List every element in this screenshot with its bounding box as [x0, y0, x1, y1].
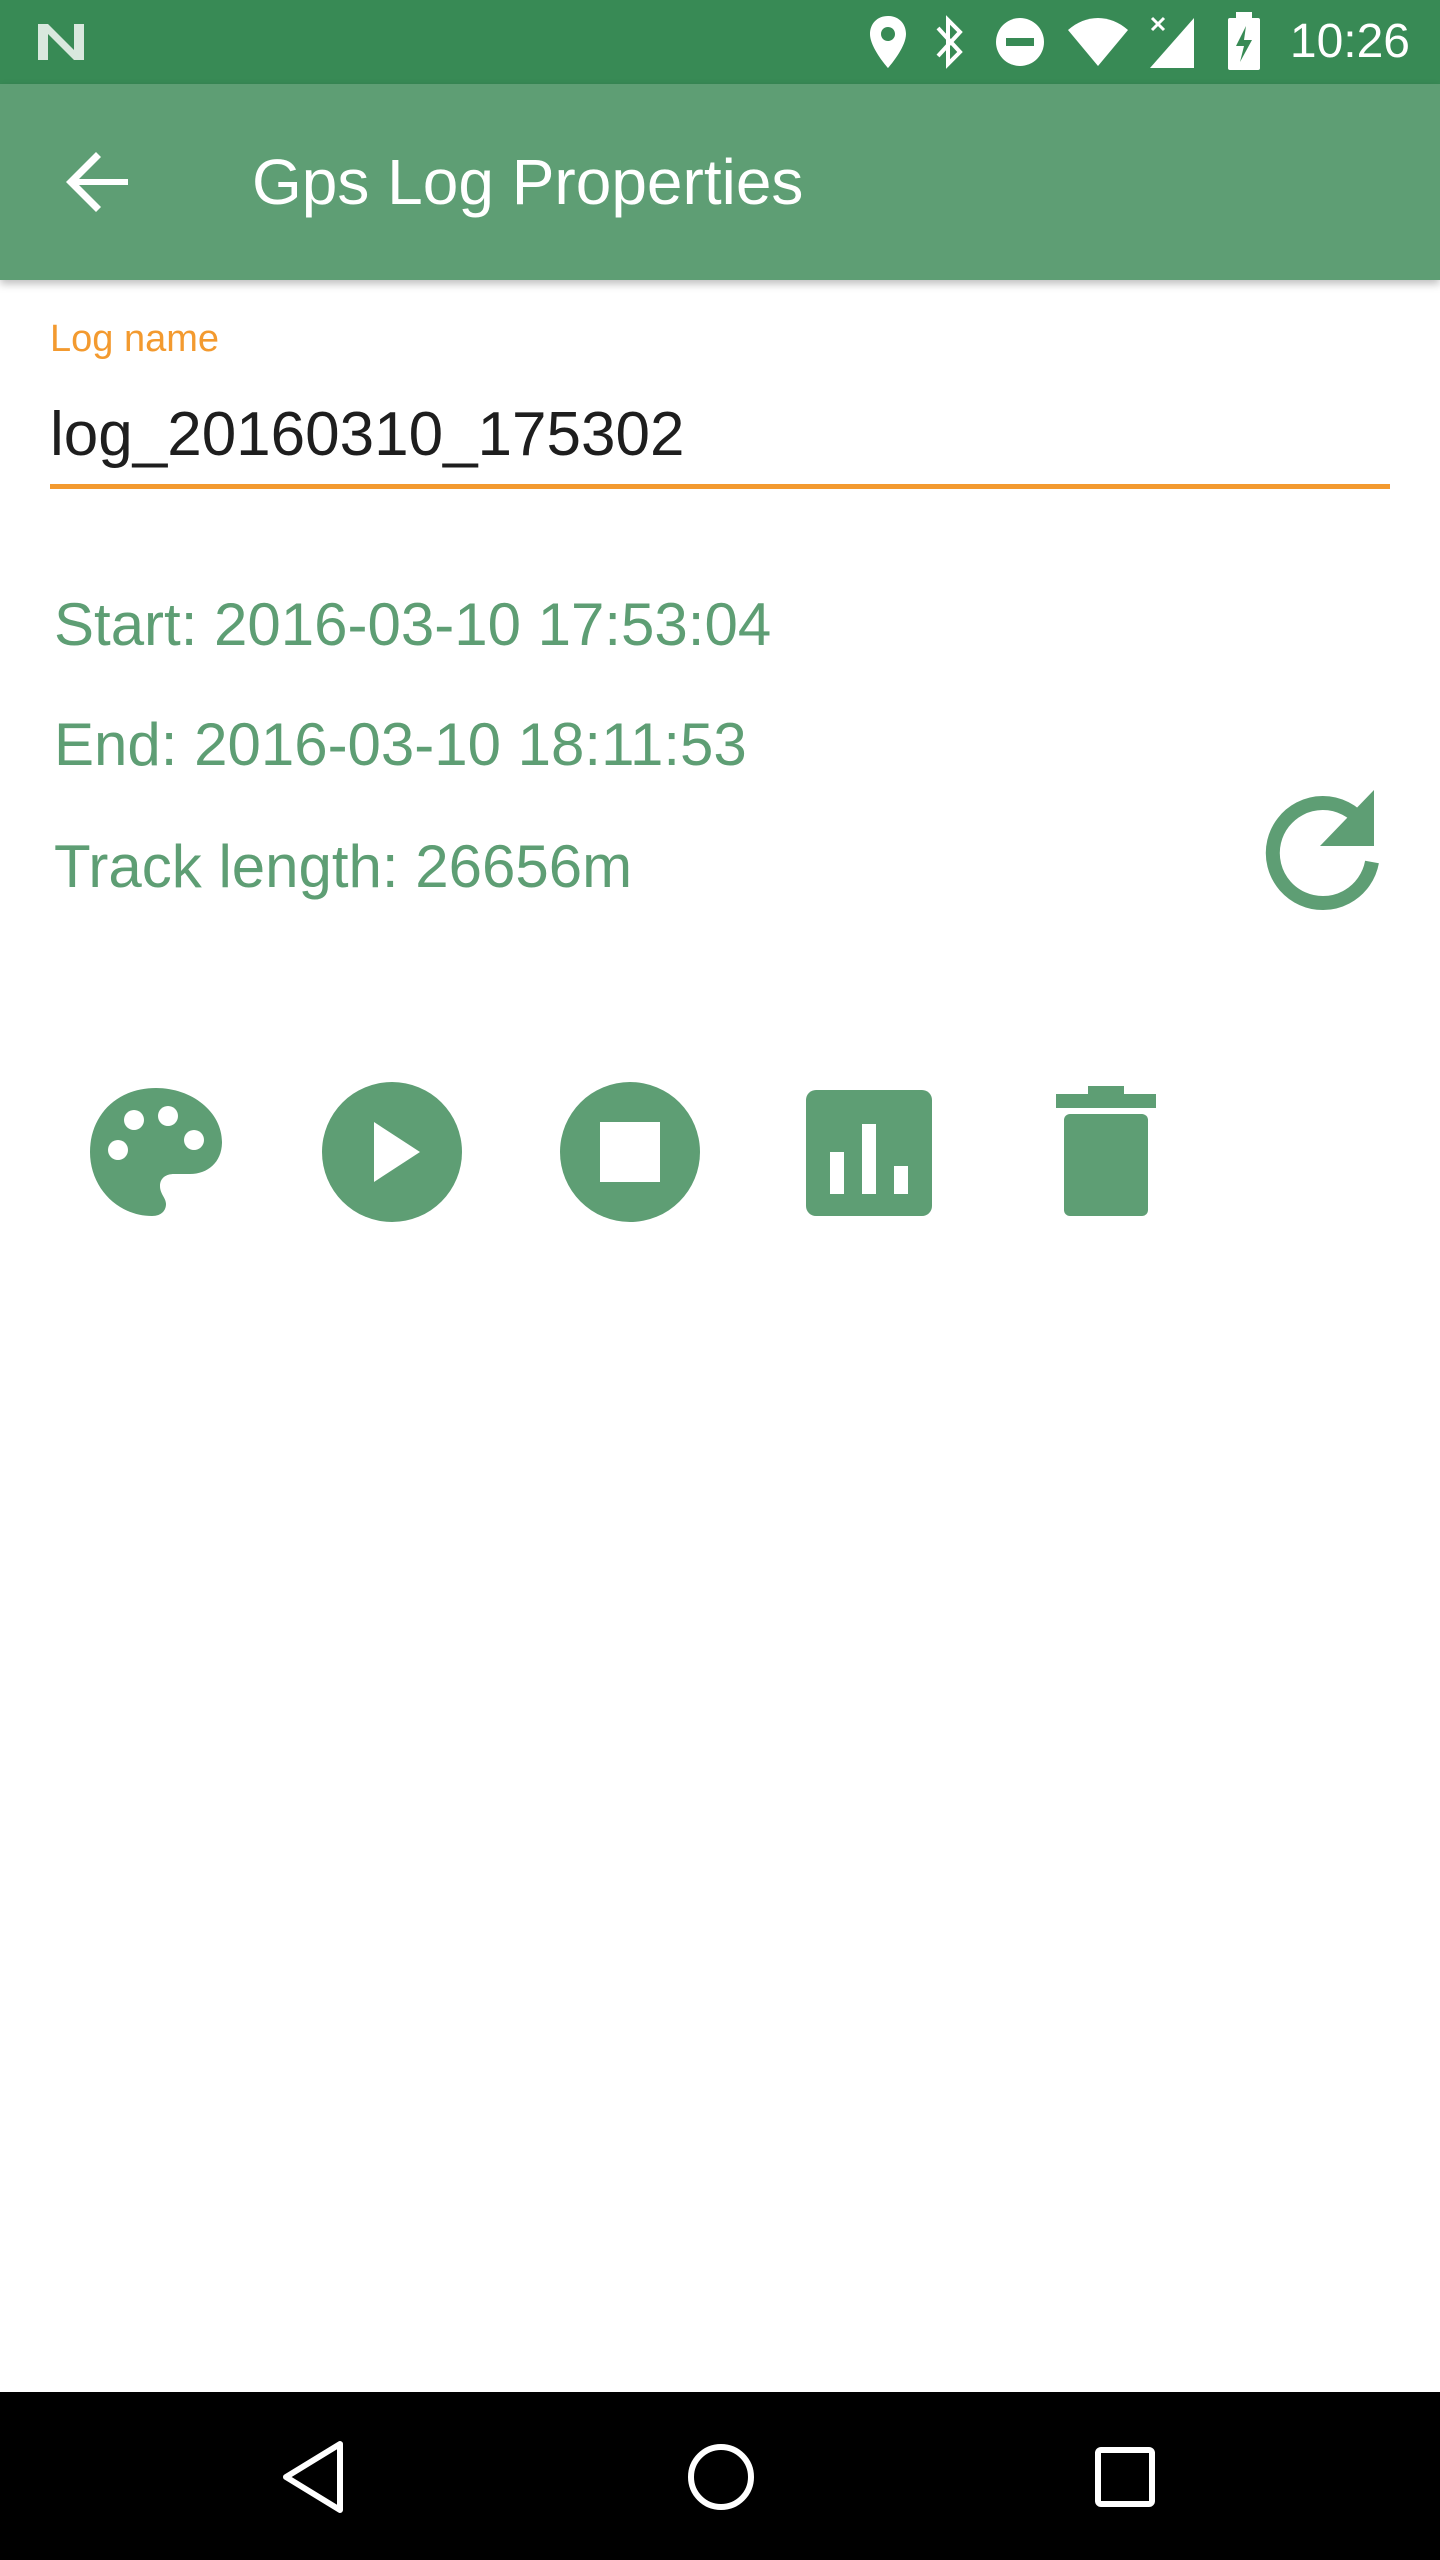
status-time: 10:26: [1289, 15, 1410, 68]
arrow-back-icon[interactable]: [50, 134, 146, 230]
wifi-icon: [1068, 18, 1128, 66]
log-name-input[interactable]: [50, 384, 1390, 489]
track-length-text: Track length: 26656m: [54, 833, 633, 900]
signal-icon: [1150, 16, 1194, 68]
start-time-text: Start: 2016-03-10 17:53:04: [54, 591, 772, 658]
battery-icon: [1228, 12, 1260, 70]
navigation-bar: [0, 2392, 1440, 2560]
location-icon: [870, 16, 906, 68]
do-not-disturb-icon: [996, 18, 1044, 66]
play-icon[interactable]: [312, 1072, 472, 1232]
log-name-label: Log name: [50, 318, 220, 360]
chart-icon[interactable]: [788, 1072, 948, 1232]
bluetooth-icon: [936, 15, 963, 69]
stop-icon[interactable]: [550, 1072, 710, 1232]
app-bar: Gps Log Properties: [0, 84, 1440, 280]
recents-square-icon[interactable]: [1080, 2432, 1170, 2522]
notification-n-icon: [38, 24, 84, 60]
end-time-text: End: 2016-03-10 18:11:53: [54, 711, 747, 778]
home-circle-icon[interactable]: [676, 2432, 766, 2522]
palette-icon[interactable]: [76, 1072, 236, 1232]
refresh-icon[interactable]: [1250, 780, 1390, 920]
back-triangle-icon[interactable]: [270, 2432, 360, 2522]
page-title: Gps Log Properties: [252, 146, 804, 218]
status-bar: 10:26: [0, 0, 1440, 84]
delete-icon[interactable]: [1026, 1072, 1186, 1232]
